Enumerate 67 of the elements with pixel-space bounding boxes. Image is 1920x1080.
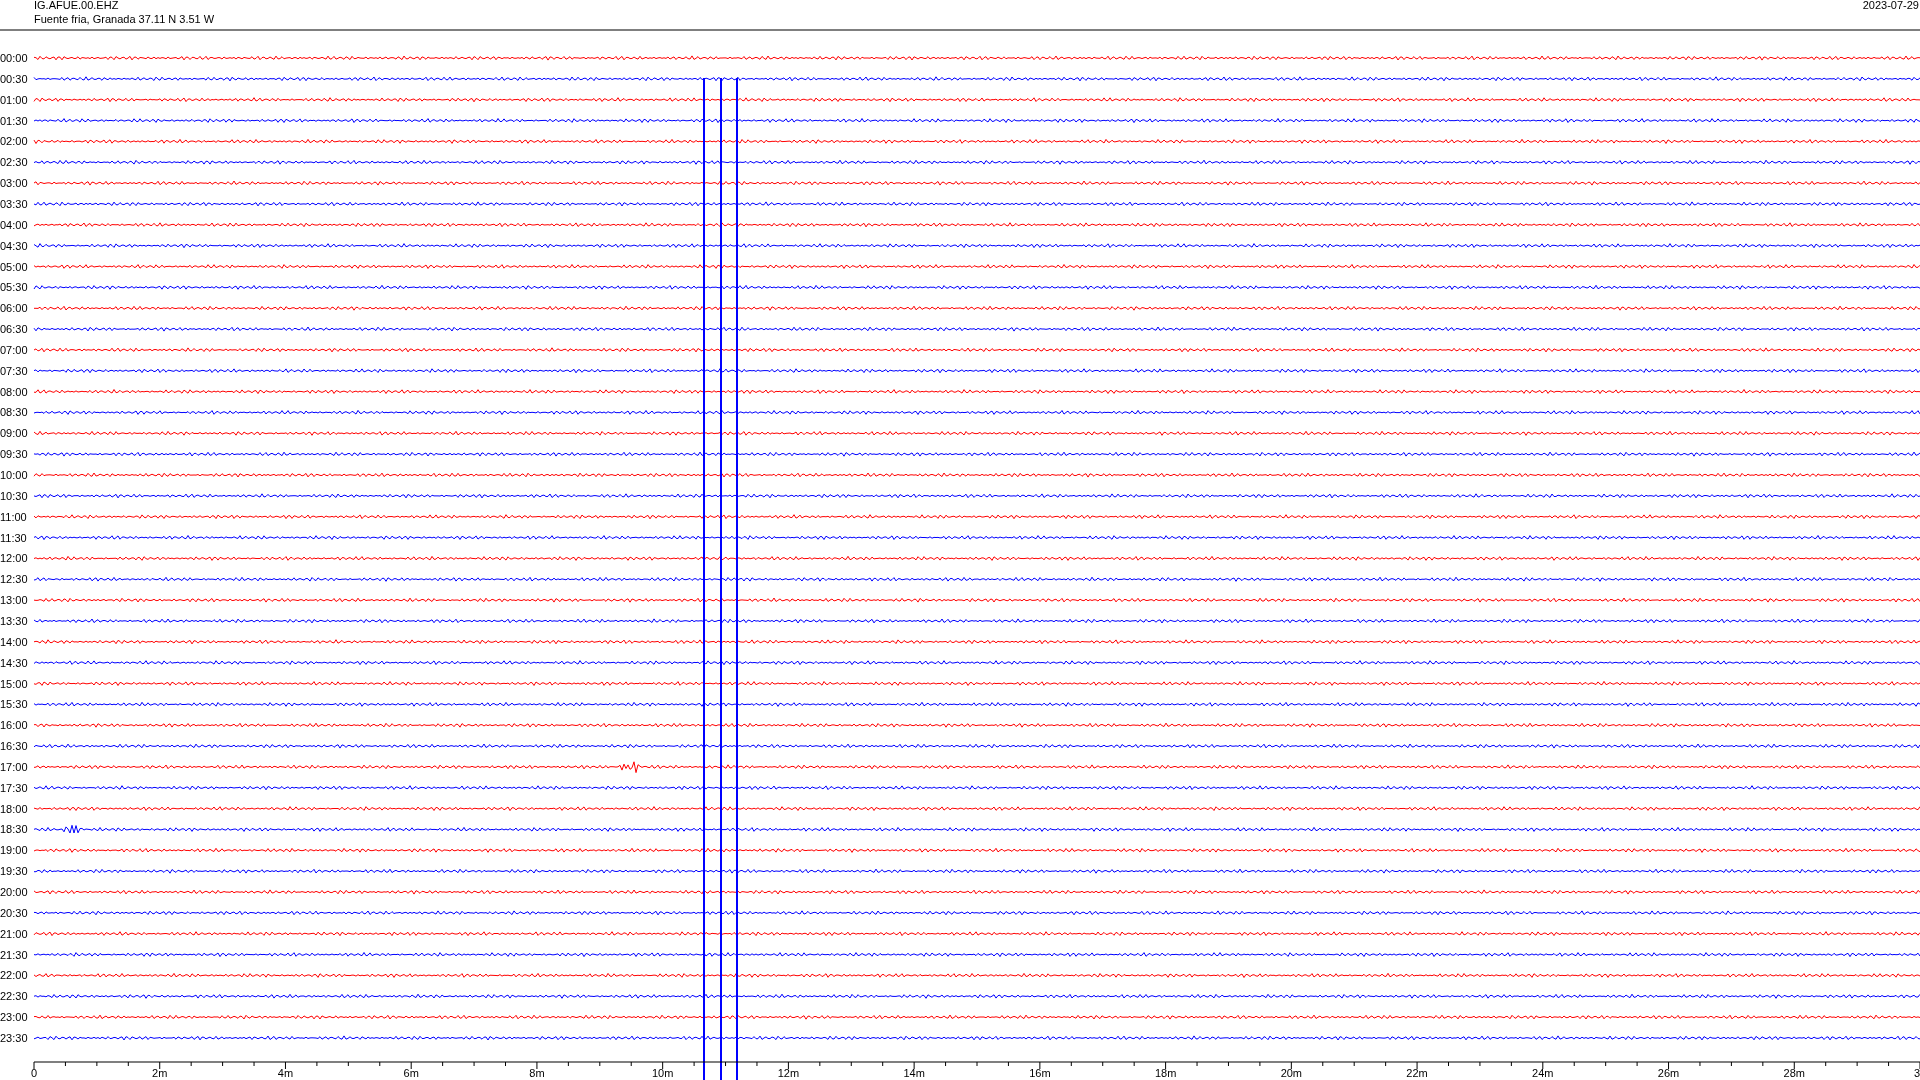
time-label: 15:00 xyxy=(0,677,28,690)
axis-tick-label: 3 xyxy=(1913,1067,1920,1079)
time-label: 03:00 xyxy=(0,177,28,190)
time-label: 12:30 xyxy=(0,573,28,586)
axis-tick-label: 4m xyxy=(277,1067,294,1079)
time-label: 23:00 xyxy=(0,1011,28,1024)
axis-tick-label: 18m xyxy=(1154,1067,1177,1079)
time-label: 23:30 xyxy=(0,1031,28,1044)
time-label: 00:00 xyxy=(0,52,28,64)
time-label: 07:00 xyxy=(0,343,28,356)
time-label: 06:30 xyxy=(0,323,28,336)
time-label: 10:30 xyxy=(0,489,28,502)
time-label: 22:00 xyxy=(0,969,28,982)
time-label: 00:30 xyxy=(0,72,28,85)
time-label: 13:30 xyxy=(0,614,28,627)
time-label: 02:00 xyxy=(0,135,28,148)
time-label: 04:00 xyxy=(0,218,28,231)
time-label: 14:30 xyxy=(0,656,28,669)
time-label: 17:30 xyxy=(0,781,28,794)
time-label: 05:30 xyxy=(0,281,28,294)
time-label: 18:00 xyxy=(0,802,28,815)
time-label: 11:00 xyxy=(0,510,27,523)
axis-tick-label: 28m xyxy=(1783,1067,1805,1079)
time-label: 08:30 xyxy=(0,406,28,419)
axis-tick-label: 20m xyxy=(1280,1067,1303,1079)
station-code: IG.AFUE.00.EHZ xyxy=(34,0,119,11)
axis-tick-label: 16m xyxy=(1029,1067,1051,1079)
time-label: 02:30 xyxy=(0,156,28,169)
time-label: 05:00 xyxy=(0,260,28,273)
time-label: 15:30 xyxy=(0,698,28,711)
time-label: 17:00 xyxy=(0,760,28,773)
time-label: 16:00 xyxy=(0,719,28,732)
time-label: 09:30 xyxy=(0,448,28,461)
time-label: 01:00 xyxy=(0,93,28,106)
time-label: 13:00 xyxy=(0,594,28,607)
time-label: 04:30 xyxy=(0,239,28,252)
time-label: 19:00 xyxy=(0,844,28,857)
time-label: 09:00 xyxy=(0,427,28,440)
axis-tick-label: 8m xyxy=(529,1067,545,1079)
time-label: 03:30 xyxy=(0,197,28,210)
axis-tick-label: 6m xyxy=(403,1067,419,1079)
time-label: 20:00 xyxy=(0,886,28,898)
time-label: 12:00 xyxy=(0,552,28,565)
axis-tick-label: 22m xyxy=(1406,1067,1428,1079)
date-label: 2023-07-29 xyxy=(1862,0,1919,11)
time-label: 16:30 xyxy=(0,740,28,753)
time-label: 06:00 xyxy=(0,302,28,315)
time-label: 21:30 xyxy=(0,948,28,961)
axis-tick-label: 0 xyxy=(30,1067,38,1079)
axis-tick-label: 10m xyxy=(651,1067,674,1079)
time-label: 07:30 xyxy=(0,364,28,377)
time-label: 08:00 xyxy=(0,385,28,398)
axis-tick-label: 14m xyxy=(903,1067,925,1079)
axis-tick-label: 26m xyxy=(1657,1067,1680,1079)
time-label: 18:30 xyxy=(0,823,28,836)
time-label: 11:30 xyxy=(0,531,27,544)
time-label: 10:00 xyxy=(0,469,28,481)
time-label: 20:30 xyxy=(0,906,28,919)
axis-tick-label: 12m xyxy=(777,1067,800,1079)
time-label: 21:00 xyxy=(0,927,28,940)
station-location: Fuente fria, Granada 37.11 N 3.51 W xyxy=(34,13,215,25)
axis-tick-label: 2m xyxy=(152,1067,168,1079)
time-label: 14:00 xyxy=(0,635,28,648)
axis-tick-label: 24m xyxy=(1532,1067,1554,1079)
time-label: 19:30 xyxy=(0,865,28,878)
time-label: 22:30 xyxy=(0,990,28,1003)
time-label: 01:30 xyxy=(0,114,28,127)
